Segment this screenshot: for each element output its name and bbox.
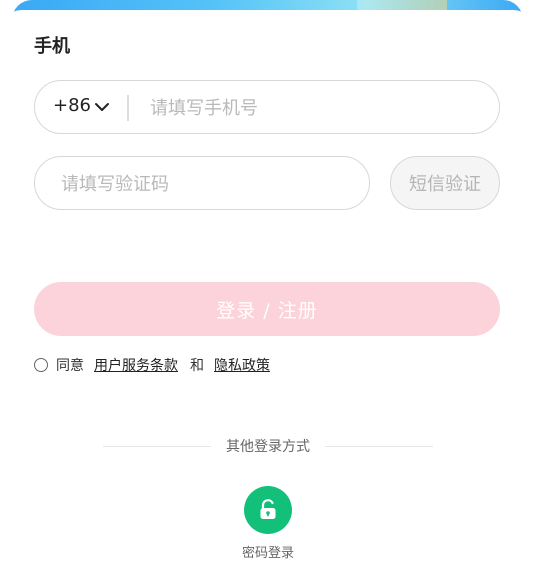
agree-radio[interactable] [34,358,48,372]
phone-field: +86 [34,80,500,134]
password-login-option[interactable]: 密码登录 [233,486,303,566]
chevron-down-icon[interactable] [93,98,111,116]
password-login-label: 密码登录 [241,546,294,561]
phone-input[interactable] [148,93,482,123]
privacy-link[interactable]: 隐私政策 [214,355,270,375]
login-register-button[interactable]: 登录 / 注册 [34,282,500,336]
verification-code-input[interactable] [59,169,353,199]
unlock-icon[interactable] [244,486,292,534]
agree-text: 同意 [56,358,84,374]
sms-code-button[interactable]: 短信验证 [390,156,500,210]
divider-right [325,446,433,447]
agreement-row: 同意 用户服务条款 和 隐私政策 [34,354,282,376]
and-text: 和 [190,358,204,374]
country-code-selector[interactable]: +86 [53,95,91,116]
code-field [34,156,370,210]
field-divider [127,95,129,121]
login-sheet: 手机 +86 短信验证 登录 / 注册 同意 用户服务条款 和 隐私政策 其他登… [0,10,535,568]
section-label: 手机 [34,36,70,57]
other-login-divider: 其他登录方式 [103,436,433,456]
terms-link[interactable]: 用户服务条款 [94,355,178,375]
